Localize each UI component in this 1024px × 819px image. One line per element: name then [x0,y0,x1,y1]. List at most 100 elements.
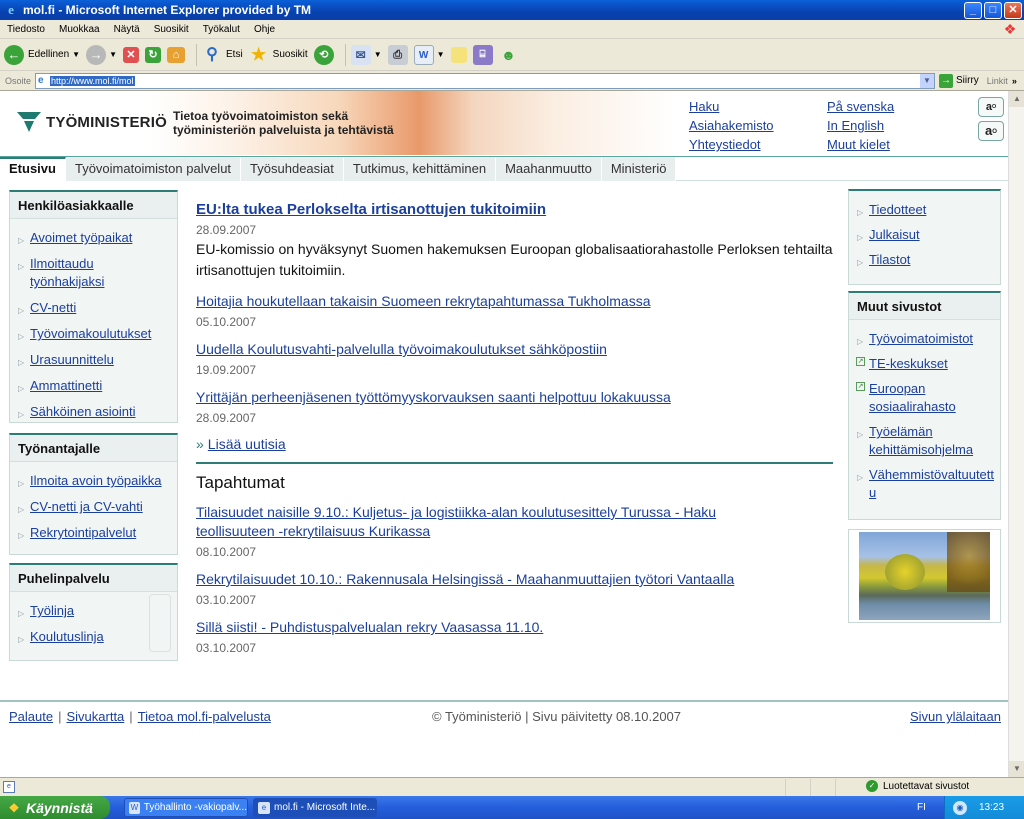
sidebar-item[interactable]: ↗ TE-keskukset [849,350,1000,375]
event-title[interactable]: Tilaisuudet naisille 9.10.: Kuljetus- ja… [196,503,776,541]
links-toolbar[interactable]: Linkit [987,76,1008,86]
sidebar-item-label[interactable]: Ilmoita avoin työpaikka [30,473,162,488]
taskbar-item[interactable]: W Työhallinto -vakiopalv... [124,798,248,817]
sidebar-item-label[interactable]: Euroopan sosiaalirahasto [869,381,956,414]
more-news-link[interactable]: » Lisää uutisia [196,436,836,452]
tab-palvelut[interactable]: Työvoimatoimiston palvelut [65,157,242,181]
font-smaller-button[interactable]: aᴼ [978,97,1004,117]
start-button[interactable]: ❖ Käynnistä [0,796,110,819]
sidebar-item-label[interactable]: Tiedotteet [869,202,926,217]
tab-tyosuhdeasiat[interactable]: Työsuhdeasiat [241,157,344,181]
more-news-label[interactable]: Lisää uutisia [208,436,286,452]
minimize-button[interactable]: _ [964,1,982,19]
sidebar-item[interactable]: ▷ Ilmoita avoin työpaikka [10,467,177,493]
stop-button[interactable]: ✕ [123,46,139,63]
menu-file[interactable]: Tiedosto [0,24,52,35]
chevron-down-icon[interactable]: ▼ [374,50,382,59]
sidebar-item[interactable]: ▷ CV-netti [10,294,177,320]
sidebar-item-label[interactable]: Avoimet työpaikat [30,230,132,245]
history-button[interactable]: ⟲ [313,44,334,65]
sidebar-item[interactable]: ▷ Työvoimatoimistot [849,325,1000,350]
back-to-top-link[interactable]: Sivun ylälaitaan [910,709,1001,724]
sidebar-item-label[interactable]: TE-keskukset [869,356,948,371]
event-title[interactable]: Rekrytilaisuudet 10.10.: Rakennusala Hel… [196,570,836,589]
news-title[interactable]: Hoitajia houkutellaan takaisin Suomeen r… [196,292,836,311]
sidebar-item[interactable]: ▷ Julkaisut [849,221,1000,246]
sidebar-item[interactable]: ▷ Vähemmistövaltuutettu [849,461,1000,504]
home-button[interactable]: ⌂ [167,46,185,63]
address-input[interactable]: e http://www.mol.fi/mol ▼ [35,72,936,89]
sidebar-item-label[interactable]: Työelämän kehittämisohjelma [869,424,973,457]
sidebar-item-label[interactable]: CV-netti ja CV-vahti [30,499,143,514]
favorites-button[interactable]: ★ Suosikit [249,45,308,65]
footer-link-about[interactable]: Tietoa mol.fi-palvelusta [138,709,271,724]
research-button[interactable]: ⌸ [472,44,493,65]
tab-maahanmuutto[interactable]: Maahanmuutto [496,157,602,181]
mail-button[interactable]: ✉ ▼ [350,44,382,65]
go-button[interactable]: → Siirry [939,73,979,88]
menu-favorites[interactable]: Suosikit [147,24,196,35]
link-yhteystiedot[interactable]: Yhteystiedot [689,135,774,154]
forward-button[interactable]: → ▼ [86,44,117,65]
link-asiahakemisto[interactable]: Asiahakemisto [689,116,774,135]
sidebar-item-label[interactable]: Ilmoittaudu työnhakijaksi [30,256,104,289]
tab-ministerio[interactable]: Ministeriö [601,157,677,181]
tab-etusivu[interactable]: Etusivu [0,157,66,181]
maximize-button[interactable]: □ [984,1,1002,19]
sidebar-item[interactable]: ↗ Euroopan sosiaalirahasto [849,375,1000,418]
sidebar-item-label[interactable]: Rekrytointipalvelut [30,525,136,540]
chevron-down-icon[interactable]: ▼ [72,50,80,59]
link-english[interactable]: In English [827,116,894,135]
vertical-scrollbar[interactable]: ▲ ▼ [1008,91,1024,777]
sidebar-item-label[interactable]: Julkaisut [869,227,920,242]
event-title[interactable]: Sillä siisti! - Puhdistuspalvelualan rek… [196,618,836,637]
link-swedish[interactable]: På svenska [827,97,894,116]
sidebar-item[interactable]: ▷ Työelämän kehittämisohjelma [849,418,1000,461]
sidebar-item-label[interactable]: Ammattinetti [30,378,102,393]
note-button[interactable] [450,46,467,63]
sidebar-item[interactable]: ▷ Tilastot [849,246,1000,271]
chevron-down-icon[interactable]: ▼ [109,50,117,59]
news-title[interactable]: Yrittäjän perheenjäsenen työttömyyskorva… [196,388,836,407]
refresh-button[interactable]: ↻ [145,46,161,63]
back-button[interactable]: ← Edellinen ▼ [4,44,80,65]
sidebar-item[interactable]: ▷ CV-netti ja CV-vahti [10,493,177,519]
footer-link-sitemap[interactable]: Sivukartta [66,709,124,724]
site-logo[interactable]: TYÖMINISTERIÖ [16,110,167,134]
menu-tools[interactable]: Työkalut [196,24,247,35]
menu-edit[interactable]: Muokkaa [52,24,107,35]
link-other-languages[interactable]: Muut kielet [827,135,894,154]
scroll-down-icon[interactable]: ▼ [1009,761,1024,777]
address-url[interactable]: http://www.mol.fi/mol [50,75,135,86]
sidebar-item[interactable]: ▷ Sähköinen asiointi [10,398,177,424]
footer-link-feedback[interactable]: Palaute [9,709,53,724]
messenger-button[interactable]: ☻ [499,45,519,65]
sidebar-item-label[interactable]: Koulutuslinja [30,629,104,644]
scroll-up-icon[interactable]: ▲ [1009,91,1024,107]
edit-button[interactable]: W ▼ [413,44,445,65]
news-title[interactable]: Uudella Koulutusvahti-palvelulla työvoim… [196,340,836,359]
sidebar-item-label[interactable]: Työvoimatoimistot [869,331,973,346]
menu-help[interactable]: Ohje [247,24,282,35]
chevron-down-icon[interactable]: ▼ [437,50,445,59]
sidebar-item[interactable]: ▷ Ilmoittaudu työnhakijaksi [10,250,177,294]
sidebar-item[interactable]: ▷ Työvoimakoulutukset [10,320,177,346]
search-button[interactable]: ⚲ Etsi [202,45,243,65]
link-haku[interactable]: Haku [689,97,774,116]
tab-tutkimus[interactable]: Tutkimus, kehittäminen [343,157,497,181]
sidebar-item-label[interactable]: CV-netti [30,300,76,315]
menu-view[interactable]: Näytä [107,24,147,35]
volume-icon[interactable]: ◉ [953,800,967,815]
news-title[interactable]: EU:lta tukea Perlokselta irtisanottujen … [196,200,836,219]
chevron-right-icon[interactable]: » [1012,76,1017,86]
font-larger-button[interactable]: aᴼ [978,121,1004,141]
sidebar-item-label[interactable]: Työvoimakoulutukset [30,326,151,341]
chevron-down-icon[interactable]: ▼ [920,73,935,88]
sidebar-item[interactable]: ▷ Tiedotteet [849,196,1000,221]
sidebar-item-label[interactable]: Vähemmistövaltuutettu [869,467,994,500]
sidebar-item[interactable]: ▷ Urasuunnittelu [10,346,177,372]
sidebar-item-label[interactable]: Urasuunnittelu [30,352,114,367]
taskbar-item[interactable]: e mol.fi - Microsoft Inte... [253,798,377,817]
language-indicator[interactable]: FI [917,802,926,813]
sidebar-item-label[interactable]: Sähköinen asiointi [30,404,136,419]
